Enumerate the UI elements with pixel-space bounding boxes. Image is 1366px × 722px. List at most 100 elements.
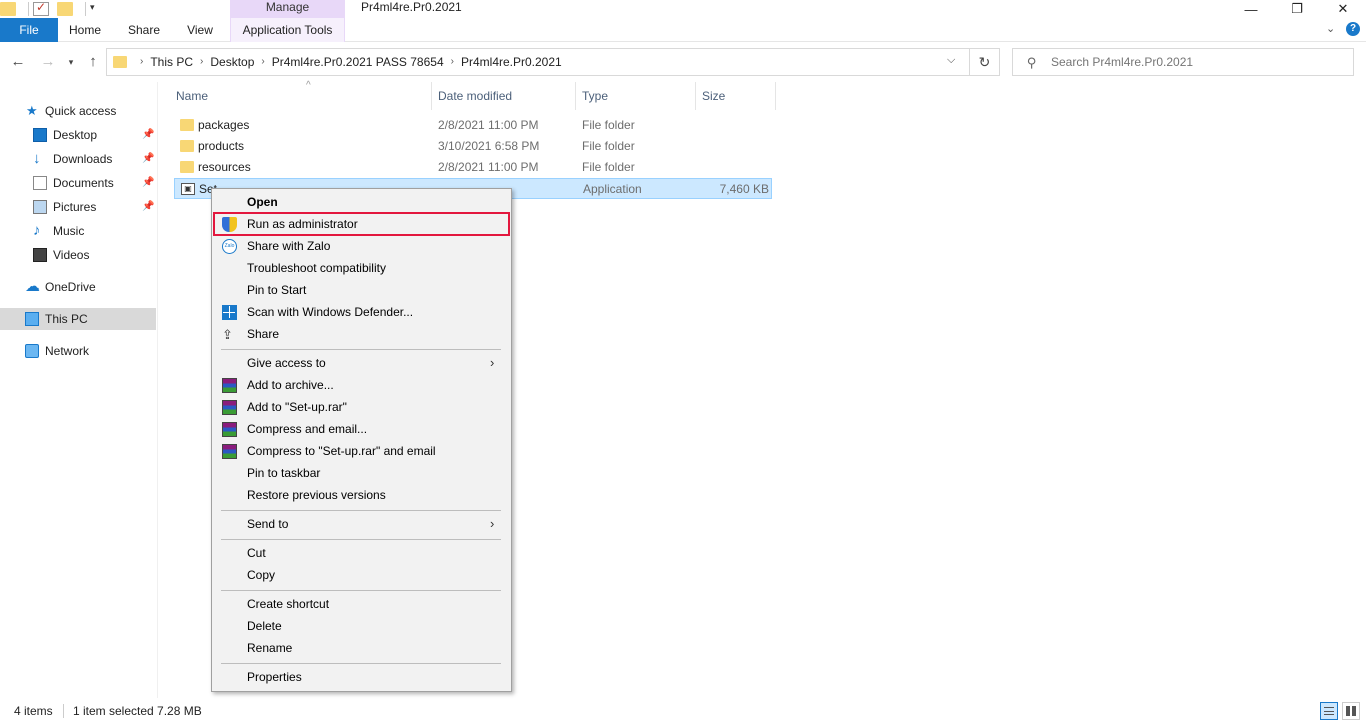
menu-item-compress-rar-email[interactable]: Compress to "Set-up.rar" and email [214,440,509,462]
large-icons-view-button[interactable] [1342,702,1360,720]
menu-item-share[interactable]: ⇪ Share [214,323,509,345]
menu-item-open[interactable]: Open [214,191,509,213]
video-icon [33,248,47,262]
nav-onedrive[interactable]: ☁ OneDrive [0,276,156,298]
nav-quick-access[interactable]: ★ Quick access [0,100,156,122]
menu-label: Rename [247,641,293,655]
forward-button[interactable]: → [38,52,58,72]
recent-locations-button[interactable]: ▾ [64,52,78,72]
chevron-down-icon[interactable]: ⌄ [1326,22,1335,35]
tab-view[interactable]: View [176,18,224,42]
menu-item-compress-email[interactable]: Compress and email... [214,418,509,440]
menu-item-delete[interactable]: Delete [214,615,509,637]
minimize-button[interactable]: — [1228,0,1274,18]
close-button[interactable]: ✕ [1320,0,1366,18]
properties-check-icon[interactable] [33,0,49,16]
nav-label: Quick access [45,104,117,118]
table-row[interactable]: resources 2/8/2021 11:00 PM File folder [174,157,772,178]
item-count: 4 items [14,704,53,718]
chevron-right-icon[interactable]: › [261,49,264,75]
nav-downloads[interactable]: ↓ Downloads 📌 [0,148,156,170]
nav-label: OneDrive [45,280,96,294]
menu-item-run-as-administrator[interactable]: Run as administrator [213,212,510,236]
nav-music[interactable]: ♪ Music [0,220,156,242]
nav-network[interactable]: Network [0,340,156,362]
breadcrumb-this-pc[interactable]: This PC [150,49,193,75]
table-row[interactable]: packages 2/8/2021 11:00 PM File folder [174,115,772,136]
network-icon [25,344,39,358]
column-header-size[interactable]: Size [696,82,776,110]
menu-item-pin-to-start[interactable]: Pin to Start [214,279,509,301]
back-button[interactable]: ← [8,52,28,72]
manage-context-tab: Manage [230,0,345,18]
menu-item-copy[interactable]: Copy [214,564,509,586]
new-folder-icon[interactable] [57,2,73,16]
file-name: packages [198,118,250,132]
star-icon: ★ [26,103,38,118]
menu-divider [221,539,501,540]
breadcrumb-current-folder[interactable]: Pr4ml4re.Pr0.2021 [461,49,562,75]
menu-label: Share [247,327,280,341]
help-icon[interactable]: ? [1346,22,1360,36]
menu-label: Properties [247,670,302,684]
menu-item-cut[interactable]: Cut [214,542,509,564]
winrar-icon [222,444,237,459]
tab-share[interactable]: Share [116,18,172,42]
search-input[interactable] [1051,53,1341,71]
nav-desktop[interactable]: Desktop 📌 [0,124,156,146]
winrar-icon [222,378,237,393]
chevron-right-icon: › [140,56,144,67]
details-view-button[interactable] [1320,702,1338,720]
nav-videos[interactable]: Videos [0,244,156,266]
chevron-right-icon[interactable]: › [451,49,454,75]
chevron-down-icon[interactable]: ⌵ [947,54,955,67]
tab-application-tools[interactable]: Application Tools [230,18,345,42]
menu-item-restore-versions[interactable]: Restore previous versions [214,484,509,506]
menu-label: Troubleshoot compatibility [247,261,386,275]
up-button[interactable]: ↑ [83,52,103,72]
chevron-right-icon: › [490,355,495,370]
document-icon [33,176,47,190]
refresh-button[interactable]: ↻ [970,48,1000,76]
menu-item-properties[interactable]: Properties [214,666,509,688]
menu-item-send-to[interactable]: Send to › [214,513,509,535]
nav-this-pc[interactable]: This PC [0,308,156,330]
search-icon: ⚲ [1027,55,1037,70]
menu-label: Delete [247,619,282,633]
menu-item-pin-to-taskbar[interactable]: Pin to taskbar [214,462,509,484]
address-bar[interactable]: › This PC › Desktop › Pr4ml4re.Pr0.2021 … [106,48,970,76]
menu-item-create-shortcut[interactable]: Create shortcut [214,593,509,615]
breadcrumb-parent-folder[interactable]: Pr4ml4re.Pr0.2021 PASS 78654 [272,49,444,75]
menu-divider [221,510,501,511]
chevron-right-icon[interactable]: › [200,49,203,75]
table-row[interactable]: products 3/10/2021 6:58 PM File folder [174,136,772,157]
column-header-type[interactable]: Type [576,82,696,110]
selection-info: 1 item selected 7.28 MB [73,704,202,718]
menu-item-troubleshoot[interactable]: Troubleshoot compatibility [214,257,509,279]
menu-item-share-with-zalo[interactable]: Zalo Share with Zalo [214,235,509,257]
nav-label: This PC [45,312,88,326]
menu-item-rename[interactable]: Rename [214,637,509,659]
menu-label: Add to archive... [247,378,334,392]
maximize-button[interactable]: ❐ [1274,0,1320,18]
menu-item-add-to-archive[interactable]: Add to archive... [214,374,509,396]
winrar-icon [222,400,237,415]
file-type: File folder [582,118,635,132]
nav-label: Documents [53,176,114,190]
menu-item-give-access[interactable]: Give access to › [214,352,509,374]
nav-label: Downloads [53,152,113,166]
tab-file[interactable]: File [0,18,58,42]
breadcrumb-desktop[interactable]: Desktop [210,49,254,75]
folder-icon[interactable] [0,2,16,16]
file-name: resources [198,160,251,174]
search-box[interactable]: ⚲ [1012,48,1354,76]
menu-label: Give access to [247,356,326,370]
tab-home[interactable]: Home [58,18,112,42]
menu-item-scan-defender[interactable]: Scan with Windows Defender... [214,301,509,323]
column-header-name[interactable]: ^ Name [170,80,432,110]
column-header-date[interactable]: Date modified [432,82,576,110]
menu-item-add-to-rar[interactable]: Add to "Set-up.rar" [214,396,509,418]
customize-toolbar-icon[interactable]: ▾ [90,2,106,16]
nav-pictures[interactable]: Pictures 📌 [0,196,156,218]
nav-documents[interactable]: Documents 📌 [0,172,156,194]
